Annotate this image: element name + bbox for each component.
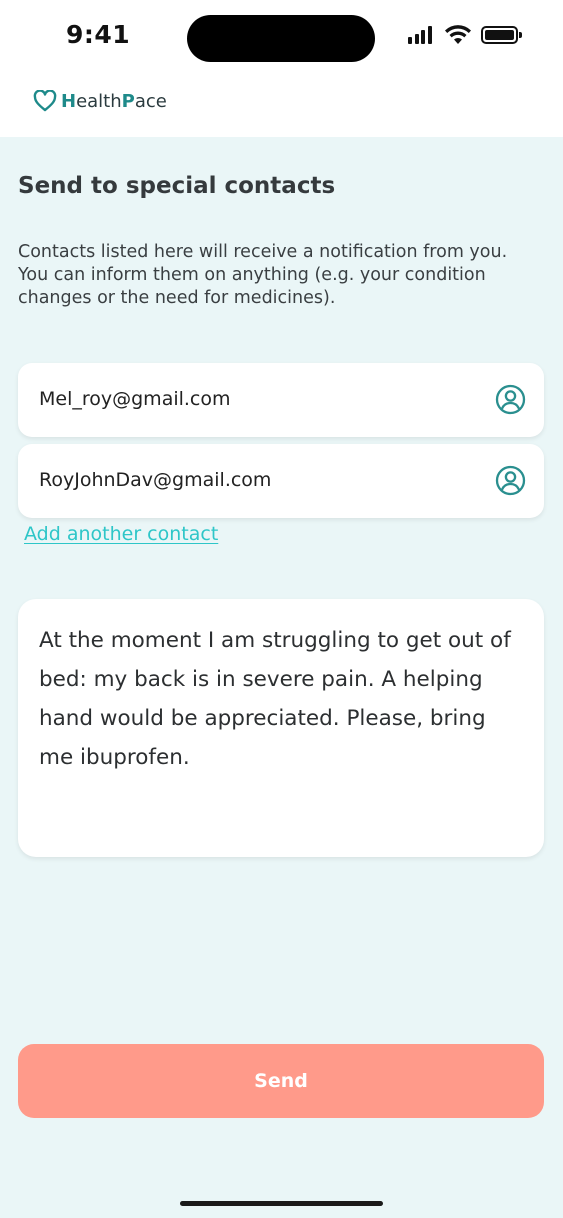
screen: 9:41 HealthPace Send to special contacts… bbox=[0, 0, 563, 1218]
user-circle-icon[interactable] bbox=[495, 384, 526, 415]
page-description: Contacts listed here will receive a noti… bbox=[18, 241, 538, 310]
page-title: Send to special contacts bbox=[18, 173, 336, 199]
description-line: Contacts listed here will receive a noti… bbox=[18, 242, 508, 262]
cellular-signal-icon bbox=[408, 26, 434, 44]
add-contact-link[interactable]: Add another contact bbox=[24, 523, 218, 545]
contact-email: Mel_roy@gmail.com bbox=[39, 388, 231, 410]
app-header: HealthPace bbox=[0, 72, 563, 137]
heart-outline-icon bbox=[33, 90, 57, 112]
wifi-icon bbox=[445, 25, 471, 44]
status-icons bbox=[408, 22, 522, 48]
message-text: At the moment I am struggling to get out… bbox=[39, 628, 511, 770]
description-line: You can inform them on anything (e.g. yo… bbox=[18, 265, 486, 308]
status-time: 9:41 bbox=[66, 20, 131, 49]
contact-card[interactable]: RoyJohnDav@gmail.com bbox=[18, 444, 544, 518]
contact-email: RoyJohnDav@gmail.com bbox=[39, 469, 272, 491]
brand-logo[interactable]: HealthPace bbox=[33, 90, 167, 112]
status-bar: 9:41 bbox=[0, 0, 563, 72]
home-indicator[interactable] bbox=[180, 1201, 383, 1206]
send-button[interactable]: Send bbox=[18, 1044, 544, 1118]
user-circle-icon[interactable] bbox=[495, 465, 526, 496]
message-textarea[interactable]: At the moment I am struggling to get out… bbox=[18, 599, 544, 857]
battery-icon bbox=[481, 26, 522, 44]
content-panel: Send to special contacts Contacts listed… bbox=[0, 137, 563, 1218]
brand-name: HealthPace bbox=[61, 90, 167, 112]
contact-card[interactable]: Mel_roy@gmail.com bbox=[18, 363, 544, 437]
dynamic-island bbox=[187, 15, 375, 62]
